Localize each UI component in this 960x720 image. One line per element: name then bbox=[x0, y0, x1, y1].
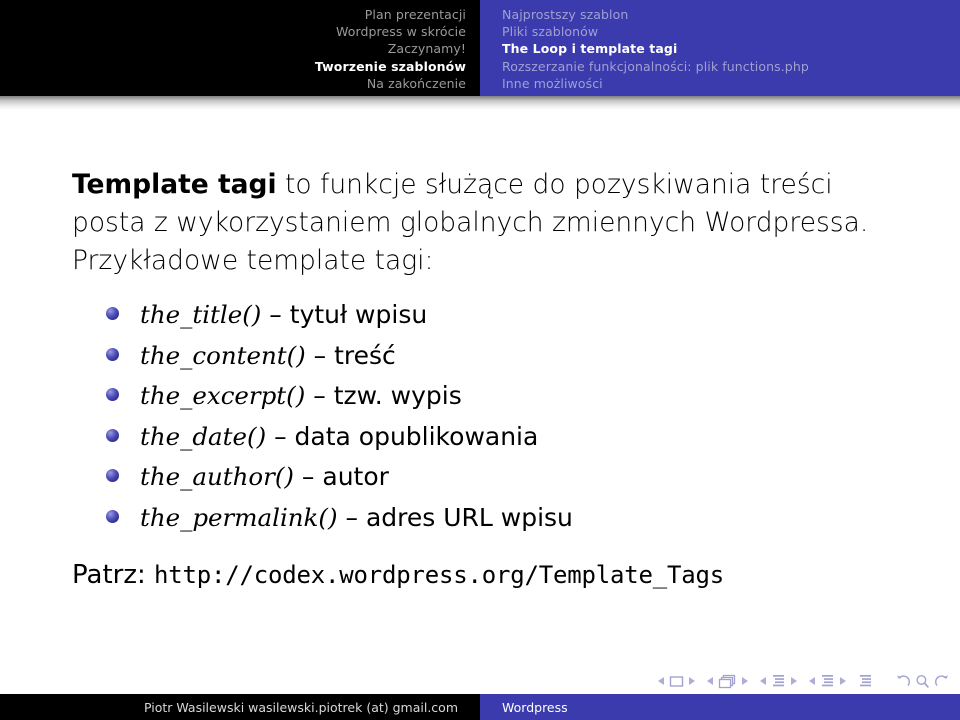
nav-group-section bbox=[809, 674, 846, 689]
nav-group-slide bbox=[658, 675, 695, 688]
frame-stack-icon[interactable] bbox=[718, 674, 737, 689]
footer-author: Piotr Wasilewski wasilewski.piotrek (at)… bbox=[0, 694, 480, 720]
header-shadow-divider bbox=[0, 96, 960, 110]
list-item: the_author() – autor bbox=[104, 457, 904, 498]
reference-label: Patrz: bbox=[72, 560, 154, 590]
nav-section-1[interactable]: Wordpress w skrócie bbox=[0, 23, 466, 40]
nav-section-2[interactable]: Zaczynamy! bbox=[0, 40, 466, 57]
nav-section-0[interactable]: Plan prezentacji bbox=[0, 6, 466, 23]
tag-dash: – bbox=[305, 340, 335, 370]
tag-name: the_excerpt() bbox=[140, 381, 306, 410]
footer-title: Wordpress bbox=[480, 694, 960, 720]
next-frame-icon[interactable] bbox=[742, 677, 748, 685]
reference-line: Patrz: http://codex.wordpress.org/Templa… bbox=[72, 560, 724, 590]
next-subsection-icon[interactable] bbox=[791, 677, 797, 685]
prev-section-icon[interactable] bbox=[809, 677, 815, 685]
next-section-icon[interactable] bbox=[840, 677, 846, 685]
tag-dash: – bbox=[305, 381, 334, 410]
bullet-ball-icon bbox=[106, 428, 119, 442]
nav-group-presentation bbox=[858, 674, 873, 689]
presentation-lines-icon[interactable] bbox=[858, 674, 873, 689]
tag-name: the_author() bbox=[140, 462, 294, 491]
reference-url[interactable]: http://codex.wordpress.org/Template_Tags bbox=[154, 561, 724, 589]
tag-description: data opublikowania bbox=[294, 421, 539, 451]
subsection-lines-icon[interactable] bbox=[771, 674, 786, 689]
prev-subsection-icon[interactable] bbox=[760, 677, 766, 685]
tag-description: autor bbox=[322, 462, 389, 491]
slide-icon[interactable] bbox=[669, 675, 684, 688]
bullet-ball-icon bbox=[106, 469, 119, 482]
bullet-ball-icon bbox=[106, 347, 119, 361]
nav-subsection-0[interactable]: Najprostszy szablon bbox=[502, 6, 960, 23]
bullet-ball-icon bbox=[106, 388, 119, 401]
examples-intro-paragraph: Przykładowe template tagi: bbox=[72, 245, 434, 276]
nav-group-history bbox=[895, 674, 950, 689]
slide-content: Template tagi to funkcje służące do pozy… bbox=[0, 110, 960, 660]
tag-name: the_content() bbox=[140, 340, 306, 370]
tag-description: tytuł wpisu bbox=[289, 300, 428, 329]
nav-subsection-4[interactable]: Inne możliwości bbox=[502, 75, 960, 92]
nav-section-4[interactable]: Na zakończenie bbox=[0, 75, 466, 92]
nav-group-frame bbox=[707, 674, 748, 689]
intro-paragraph-lead: Template tagi bbox=[72, 169, 277, 200]
tag-dash: – bbox=[337, 502, 366, 532]
tag-description: tzw. wypis bbox=[333, 381, 462, 410]
next-slide-icon[interactable] bbox=[689, 677, 695, 685]
list-item: the_title() – tytuł wpisu bbox=[104, 295, 904, 336]
prev-slide-icon[interactable] bbox=[658, 677, 664, 685]
tag-dash: – bbox=[266, 421, 295, 451]
list-item: the_permalink() – adres URL wpisu bbox=[104, 498, 904, 539]
tag-name: the_date() bbox=[140, 421, 267, 451]
section-navigation: Plan prezentacji Wordpress w skrócie Zac… bbox=[0, 0, 480, 96]
list-item: the_content() – treść bbox=[104, 336, 904, 377]
nav-subsection-1[interactable]: Pliki szablonów bbox=[502, 23, 960, 40]
prev-frame-icon[interactable] bbox=[707, 677, 713, 685]
tag-name: the_permalink() bbox=[140, 502, 338, 532]
nav-group-subsection bbox=[760, 674, 797, 689]
forward-arrow-icon[interactable] bbox=[933, 674, 950, 689]
bullet-ball-icon bbox=[106, 307, 119, 320]
search-icon[interactable] bbox=[915, 674, 930, 689]
subsection-navigation: Najprostszy szablon Pliki szablonów The … bbox=[480, 0, 960, 96]
nav-subsection-2[interactable]: The Loop i template tagi bbox=[502, 40, 960, 57]
list-item: the_excerpt() – tzw. wypis bbox=[104, 376, 904, 417]
template-tags-list: the_title() – tytuł wpisu the_content() … bbox=[104, 295, 904, 538]
tag-name: the_title() bbox=[140, 300, 262, 329]
nav-subsection-3[interactable]: Rozszerzanie funkcjonalności: plik funct… bbox=[502, 58, 960, 75]
back-arrow-icon[interactable] bbox=[895, 674, 912, 689]
tag-dash: – bbox=[293, 462, 323, 491]
tag-dash: – bbox=[261, 300, 290, 329]
list-item: the_date() – data opublikowania bbox=[104, 417, 904, 458]
headline-navigation: Plan prezentacji Wordpress w skrócie Zac… bbox=[0, 0, 960, 96]
footline: Piotr Wasilewski wasilewski.piotrek (at)… bbox=[0, 694, 960, 720]
tag-description: treść bbox=[334, 340, 396, 370]
bullet-ball-icon bbox=[106, 509, 119, 523]
nav-section-3[interactable]: Tworzenie szablonów bbox=[0, 58, 466, 75]
intro-paragraph: Template tagi to funkcje służące do pozy… bbox=[72, 166, 902, 242]
section-lines-icon[interactable] bbox=[820, 674, 835, 689]
beamer-navigation-symbols bbox=[658, 670, 950, 692]
tag-description: adres URL wpisu bbox=[365, 502, 573, 532]
